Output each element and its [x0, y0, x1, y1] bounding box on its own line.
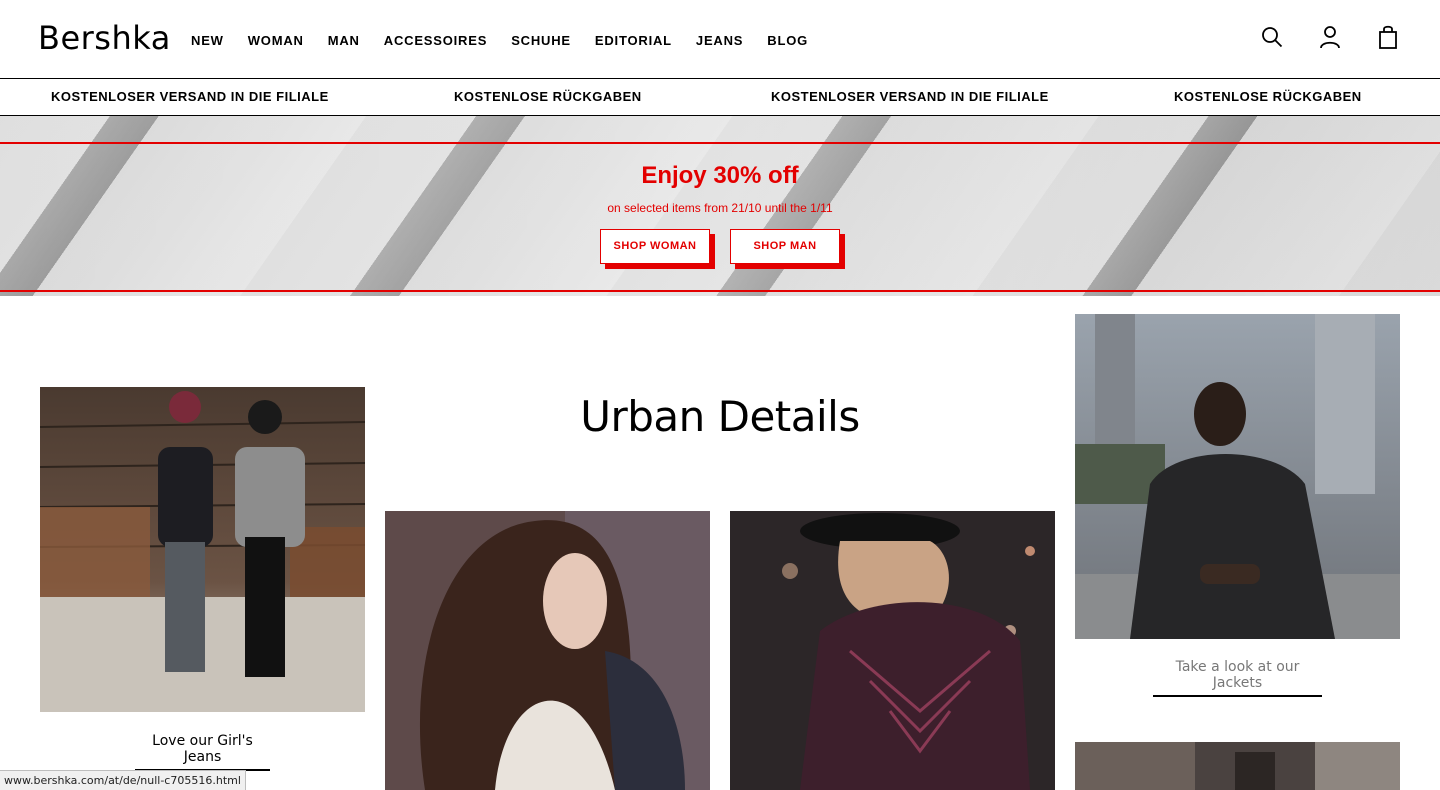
nav-accessoires[interactable]: ACCESSOIRES	[384, 33, 487, 49]
main-nav: NEW WOMAN MAN ACCESSOIRES SCHUHE EDITORI…	[191, 33, 832, 49]
girls-jeans-image[interactable]	[40, 387, 365, 712]
promo-title: Enjoy 30% off	[641, 162, 799, 189]
woman-fringe-poncho-image[interactable]	[730, 511, 1055, 790]
man-jacket-image[interactable]	[1075, 314, 1400, 639]
shipping-text: KOSTENLOSER VERSAND IN DIE FILIALE	[771, 89, 1049, 104]
promo-banner: Enjoy 30% off on selected items from 21/…	[0, 116, 1440, 296]
nav-schuhe[interactable]: SCHUHE	[511, 33, 571, 49]
shopping-bag-icon[interactable]	[1376, 24, 1400, 50]
nav-new[interactable]: NEW	[191, 33, 224, 49]
shop-woman-button[interactable]: SHOP WOMAN	[600, 229, 710, 264]
banner-top-line	[0, 142, 1440, 144]
banner-bottom-line	[0, 290, 1440, 292]
girls-jeans-link[interactable]: Love our Girl's Jeans	[135, 733, 270, 771]
nav-woman[interactable]: WOMAN	[248, 33, 304, 49]
jackets-link[interactable]: Take a look at our Jackets	[1153, 659, 1322, 697]
account-icon[interactable]	[1318, 24, 1342, 50]
shipping-text: KOSTENLOSER VERSAND IN DIE FILIALE	[51, 89, 329, 104]
returns-text: KOSTENLOSE RÜCKGABEN	[454, 89, 642, 104]
shop-man-button[interactable]: SHOP MAN	[730, 229, 840, 264]
woman-lace-top-image[interactable]	[385, 511, 710, 790]
nav-blog[interactable]: BLOG	[767, 33, 808, 49]
search-icon[interactable]	[1260, 24, 1284, 50]
promo-subtitle: on selected items from 21/10 until the 1…	[607, 201, 833, 215]
browser-status-url: www.bershka.com/at/de/null-c705516.html	[0, 770, 246, 790]
bottom-right-image[interactable]	[1075, 742, 1400, 790]
header-icons	[1260, 24, 1400, 50]
shipping-info-bar: KOSTENLOSER VERSAND IN DIE FILIALE KOSTE…	[0, 79, 1440, 116]
nav-editorial[interactable]: EDITORIAL	[595, 33, 672, 49]
returns-text: KOSTENLOSE RÜCKGABEN	[1174, 89, 1362, 104]
nav-man[interactable]: MAN	[328, 33, 360, 49]
nav-jeans[interactable]: JEANS	[696, 33, 743, 49]
bershka-logo[interactable]: Bershka	[38, 18, 171, 58]
section-heading: Urban Details	[580, 392, 860, 441]
site-header: Bershka NEW WOMAN MAN ACCESSOIRES SCHUHE…	[0, 0, 1440, 79]
